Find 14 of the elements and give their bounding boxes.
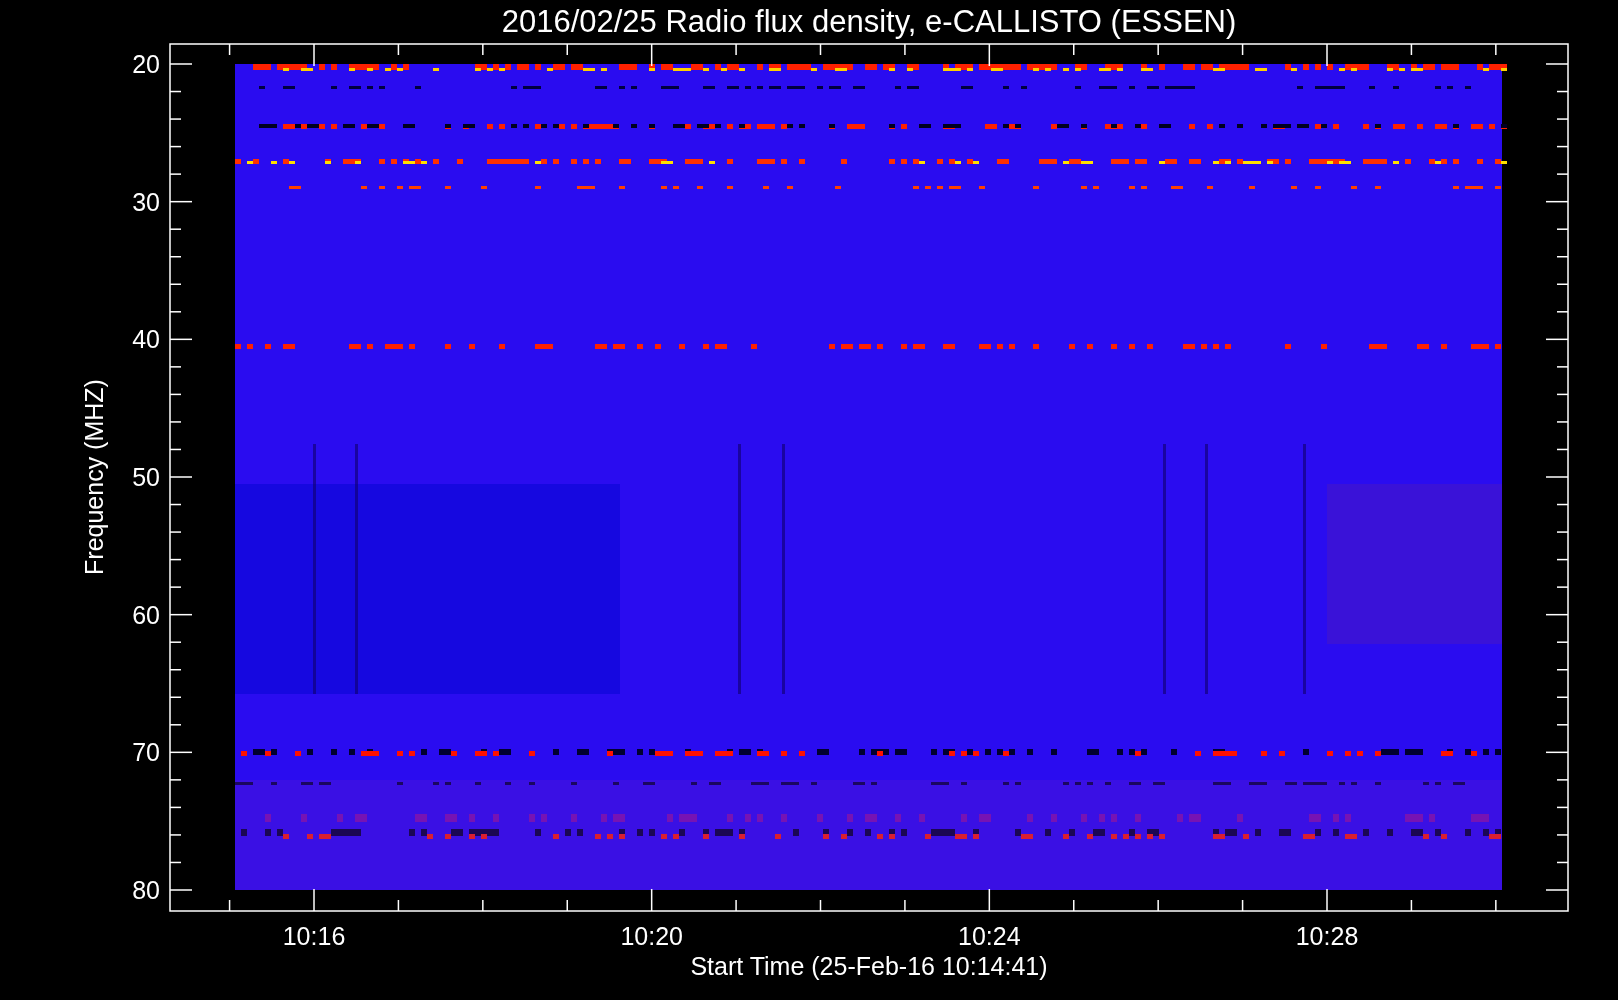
y-tick-label: 60 [132,600,160,629]
x-tick-label: 10:24 [958,922,1021,950]
x-axis-label: Start Time (25-Feb-16 10:14:41) [690,952,1048,980]
y-axis-label: Frequency (MHZ) [80,379,108,575]
x-tick-label: 10:28 [1295,922,1359,950]
x-tick-label: 10:20 [620,922,683,950]
y-tick-label: 30 [132,187,160,216]
chart-title: 2016/02/25 Radio flux density, e-CALLISTO (ESSEN) [501,4,1237,39]
y-tick-label: 20 [132,50,160,78]
x-tick-label: 10:16 [282,922,346,950]
y-tick-label: 70 [132,738,160,767]
y-tick-label: 50 [132,463,160,491]
y-tick-label: 40 [132,325,160,354]
y-tick-label: 80 [132,876,160,904]
